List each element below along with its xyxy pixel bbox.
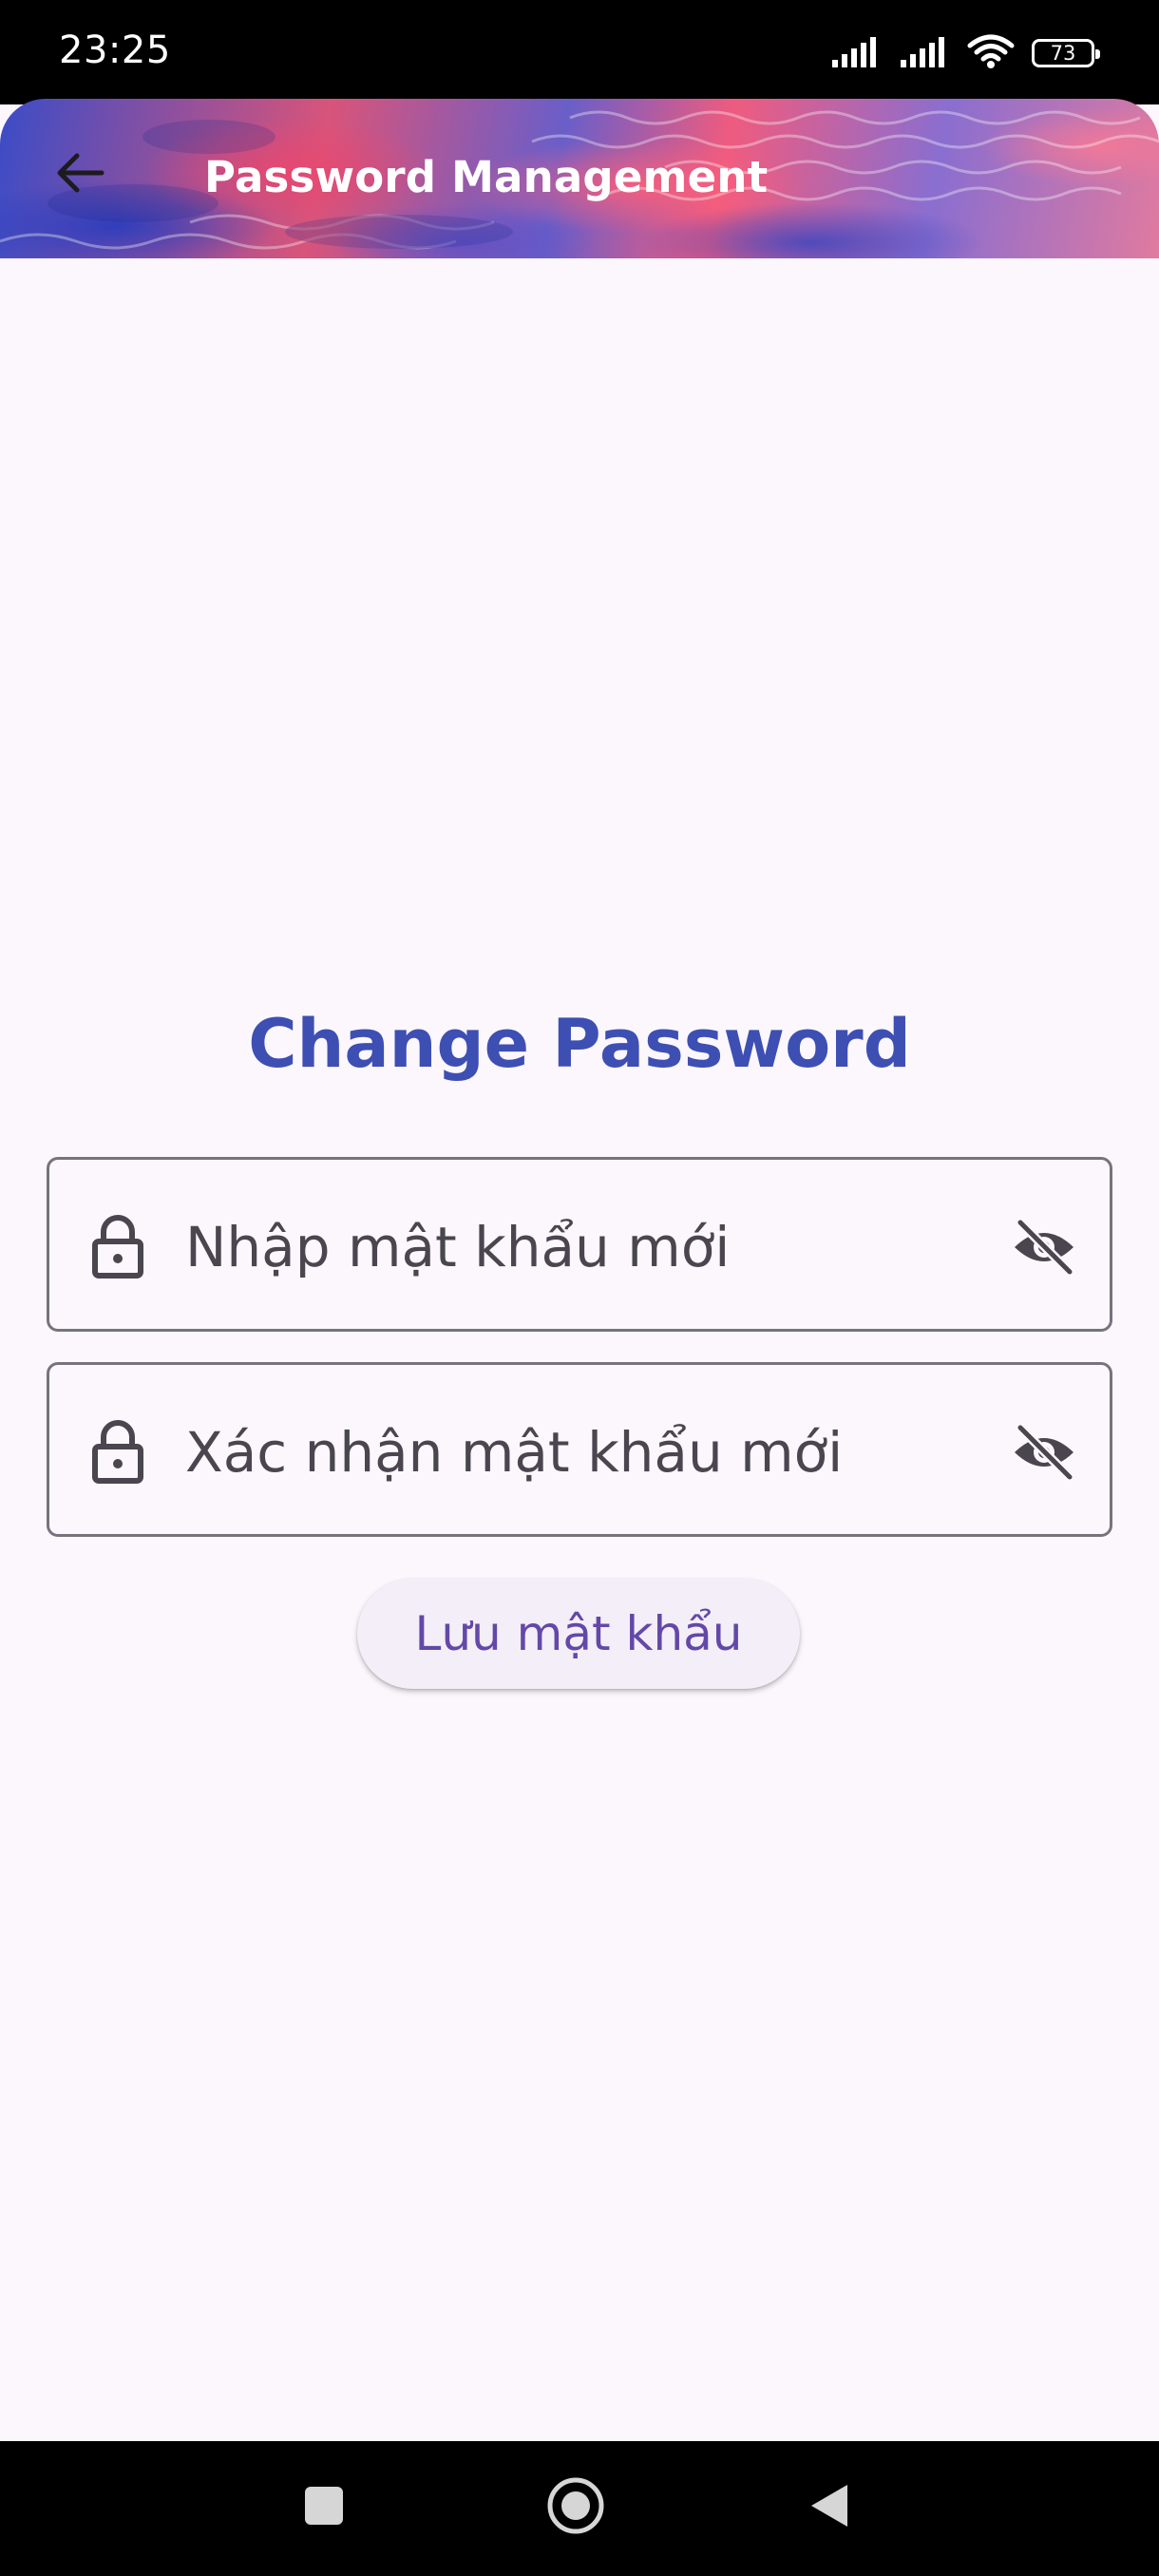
navigation-bar: [0, 2441, 1159, 2576]
battery-icon: 73: [1032, 39, 1100, 67]
recent-apps-button[interactable]: [286, 2470, 362, 2546]
eye-off-icon[interactable]: [1011, 1420, 1077, 1485]
eye-off-icon[interactable]: [1011, 1215, 1077, 1279]
new-password-field[interactable]: Nhập mật khẩu mới: [47, 1157, 1112, 1332]
back-button[interactable]: [46, 141, 114, 209]
form-heading: Change Password: [248, 1005, 911, 1083]
lock-icon: [87, 1420, 148, 1485]
signal-icon: [899, 35, 950, 71]
wifi-icon: [967, 33, 1015, 73]
status-bar: 23:25 73: [0, 0, 1159, 104]
home-button[interactable]: [538, 2470, 614, 2546]
signal-icon: [830, 35, 882, 71]
confirm-password-field[interactable]: Xác nhận mật khẩu mới: [47, 1362, 1112, 1537]
status-icons: 73: [830, 33, 1100, 73]
recent-apps-icon: [303, 2485, 345, 2530]
battery-level: 73: [1050, 42, 1076, 65]
save-password-button[interactable]: Lưu mật khẩu: [357, 1579, 800, 1689]
app-bar: Password Management: [0, 99, 1159, 258]
screen: 23:25 73 Password Management Change Pass…: [0, 0, 1159, 2576]
new-password-placeholder: Nhập mật khẩu mới: [185, 1215, 731, 1279]
confirm-password-placeholder: Xác nhận mật khẩu mới: [185, 1420, 844, 1485]
status-time: 23:25: [59, 28, 171, 72]
arrow-back-icon: [54, 150, 105, 199]
home-icon: [546, 2476, 605, 2539]
system-back-button[interactable]: [791, 2470, 867, 2546]
lock-icon: [87, 1215, 148, 1279]
back-icon: [808, 2482, 851, 2533]
page-title: Password Management: [204, 152, 769, 202]
